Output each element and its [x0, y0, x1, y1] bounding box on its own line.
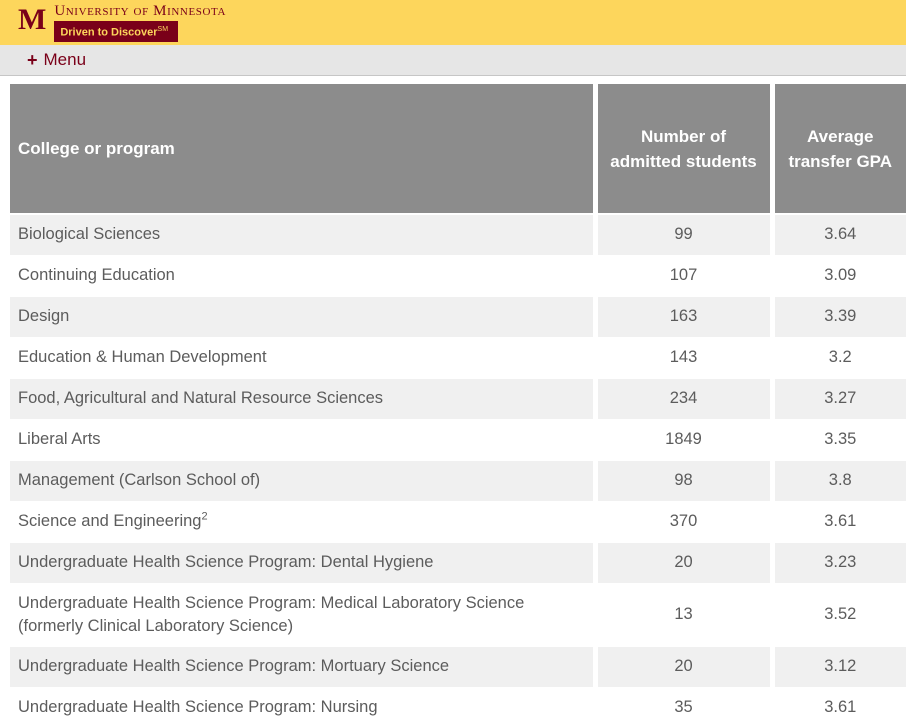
- table-row: Continuing Education 107 3.09: [10, 255, 906, 296]
- admitted-count-cell: 370: [595, 501, 772, 542]
- admitted-count-cell: 13: [595, 583, 772, 646]
- college-cell: Undergraduate Health Science Program: Mo…: [10, 646, 595, 687]
- tagline-banner: Driven to DiscoverSM: [54, 21, 178, 42]
- menu-bar: + Menu: [0, 45, 906, 76]
- admitted-count-cell: 20: [595, 542, 772, 583]
- admitted-count-cell: 143: [595, 337, 772, 378]
- menu-toggle-button[interactable]: + Menu: [27, 50, 86, 71]
- college-cell: Biological Sciences: [10, 214, 595, 255]
- college-name: Continuing Education: [18, 266, 175, 284]
- table-header-row: College or program Number of admitted st…: [10, 84, 906, 214]
- college-cell: Education & Human Development: [10, 337, 595, 378]
- college-cell: Design: [10, 296, 595, 337]
- table-row: Undergraduate Health Science Program: De…: [10, 542, 906, 583]
- admitted-count-cell: 1849: [595, 419, 772, 460]
- table-row: Biological Sciences 99 3.64: [10, 214, 906, 255]
- university-header-bar: M University of Minnesota Driven to Disc…: [0, 0, 906, 45]
- college-cell: Undergraduate Health Science Program: Nu…: [10, 687, 595, 726]
- service-mark: SM: [158, 26, 169, 33]
- college-name: Education & Human Development: [18, 348, 267, 366]
- admitted-count-cell: 98: [595, 460, 772, 501]
- college-name: Food, Agricultural and Natural Resource …: [18, 389, 383, 407]
- college-name: Liberal Arts: [18, 430, 101, 448]
- college-name: Undergraduate Health Science Program: Me…: [18, 594, 524, 635]
- menu-label: Menu: [44, 50, 87, 70]
- gpa-cell: 3.09: [772, 255, 906, 296]
- college-cell: Continuing Education: [10, 255, 595, 296]
- gpa-cell: 3.2: [772, 337, 906, 378]
- footnote-ref: 2: [201, 510, 207, 522]
- college-cell: Undergraduate Health Science Program: De…: [10, 542, 595, 583]
- gpa-cell: 3.8: [772, 460, 906, 501]
- gpa-cell: 3.61: [772, 501, 906, 542]
- block-m-logo: M: [18, 5, 46, 35]
- column-header-college: College or program: [10, 84, 595, 214]
- transfer-admissions-table: College or program Number of admitted st…: [10, 84, 906, 726]
- wordmark: University of Minnesota Driven to Discov…: [54, 3, 226, 42]
- college-name: Design: [18, 307, 69, 325]
- college-name: Management (Carlson School of): [18, 471, 260, 489]
- gpa-cell: 3.52: [772, 583, 906, 646]
- admitted-count-cell: 107: [595, 255, 772, 296]
- gpa-cell: 3.12: [772, 646, 906, 687]
- table-row: Undergraduate Health Science Program: Mo…: [10, 646, 906, 687]
- tagline-text: Driven to Discover: [60, 27, 157, 39]
- column-header-admitted: Number of admitted students: [595, 84, 772, 214]
- gpa-cell: 3.23: [772, 542, 906, 583]
- table-row: Management (Carlson School of) 98 3.8: [10, 460, 906, 501]
- admitted-count-cell: 163: [595, 296, 772, 337]
- college-name: Undergraduate Health Science Program: De…: [18, 553, 433, 571]
- college-name: Biological Sciences: [18, 225, 160, 243]
- plus-icon: +: [27, 50, 38, 71]
- admitted-count-cell: 35: [595, 687, 772, 726]
- table-row: Science and Engineering2 370 3.61: [10, 501, 906, 542]
- admitted-count-cell: 20: [595, 646, 772, 687]
- admitted-count-cell: 99: [595, 214, 772, 255]
- college-cell: Liberal Arts: [10, 419, 595, 460]
- college-cell: Food, Agricultural and Natural Resource …: [10, 378, 595, 419]
- gpa-cell: 3.61: [772, 687, 906, 726]
- table-row: Education & Human Development 143 3.2: [10, 337, 906, 378]
- university-brand-link[interactable]: M University of Minnesota Driven to Disc…: [18, 3, 226, 42]
- college-name: Undergraduate Health Science Program: Mo…: [18, 657, 449, 675]
- college-name: Undergraduate Health Science Program: Nu…: [18, 698, 378, 716]
- table-row: Undergraduate Health Science Program: Nu…: [10, 687, 906, 726]
- gpa-cell: 3.39: [772, 296, 906, 337]
- table-row: Food, Agricultural and Natural Resource …: [10, 378, 906, 419]
- table-row: Liberal Arts 1849 3.35: [10, 419, 906, 460]
- college-cell: Undergraduate Health Science Program: Me…: [10, 583, 595, 646]
- table-row: Design 163 3.39: [10, 296, 906, 337]
- page-content: College or program Number of admitted st…: [0, 76, 906, 726]
- table-body: Biological Sciences 99 3.64 Continuing E…: [10, 214, 906, 726]
- table-row: Undergraduate Health Science Program: Me…: [10, 583, 906, 646]
- column-header-gpa: Average transfer GPA: [772, 84, 906, 214]
- admitted-count-cell: 234: [595, 378, 772, 419]
- college-cell: Science and Engineering2: [10, 501, 595, 542]
- college-name: Science and Engineering: [18, 512, 201, 530]
- college-cell: Management (Carlson School of): [10, 460, 595, 501]
- gpa-cell: 3.27: [772, 378, 906, 419]
- gpa-cell: 3.64: [772, 214, 906, 255]
- gpa-cell: 3.35: [772, 419, 906, 460]
- university-name: University of Minnesota: [54, 3, 226, 20]
